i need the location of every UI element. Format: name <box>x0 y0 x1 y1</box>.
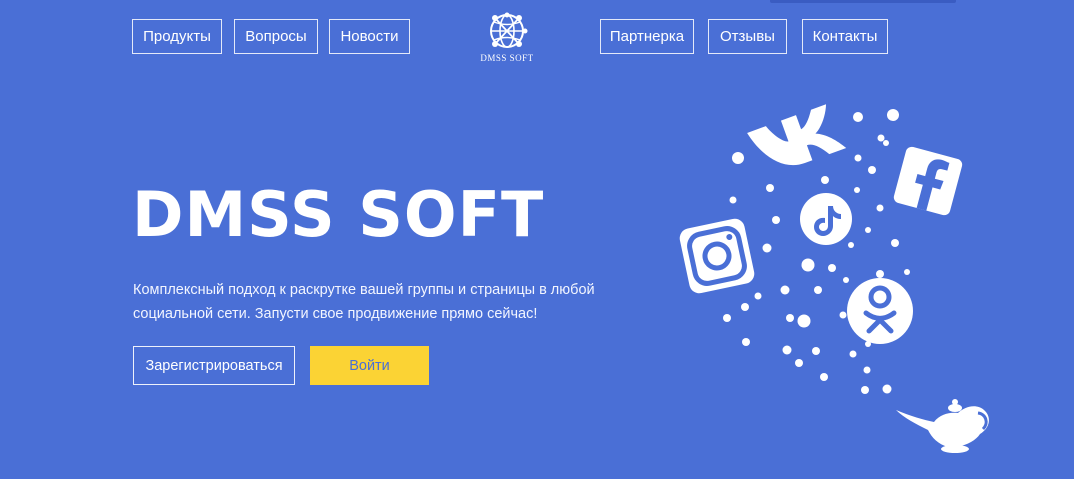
hero-description: Комплексный подход к раскрутке вашей гру… <box>133 282 595 322</box>
login-button[interactable]: Войти <box>310 346 429 385</box>
nav-contacts[interactable]: Контакты <box>802 19 888 54</box>
nav-products[interactable]: Продукты <box>132 19 222 54</box>
nav-partnership[interactable]: Партнерка <box>600 19 694 54</box>
globe-network-icon <box>490 12 528 48</box>
tiktok-icon <box>800 193 852 245</box>
social-illustration <box>679 104 989 453</box>
vk-icon <box>747 104 847 166</box>
instagram-icon <box>679 218 755 294</box>
decorative-dots <box>723 109 910 394</box>
top-accent-bar <box>770 0 956 3</box>
magic-lamp-icon <box>896 399 989 453</box>
nav-news[interactable]: Новости <box>329 19 410 54</box>
nav-reviews[interactable]: Отзывы <box>708 19 787 54</box>
nav-questions[interactable]: Вопросы <box>234 19 318 54</box>
logo[interactable]: DMSS SOFT <box>477 10 537 66</box>
hero-title: DMSS SOFT <box>132 178 545 251</box>
logo-text: DMSS SOFT <box>480 53 534 63</box>
odnoklassniki-icon <box>847 278 913 344</box>
register-button[interactable]: Зарегистрироваться <box>133 346 295 385</box>
facebook-icon <box>893 146 963 216</box>
